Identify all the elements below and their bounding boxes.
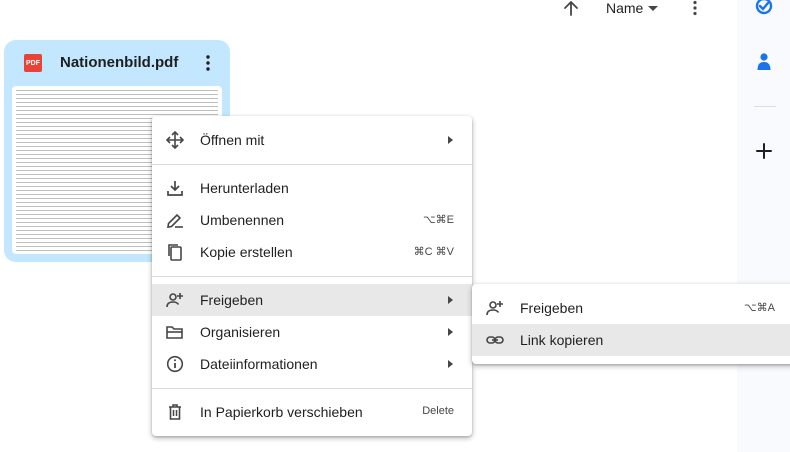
menu-divider xyxy=(152,388,472,389)
shortcut-hint: ⌘C ⌘V xyxy=(413,246,454,258)
chevron-right-icon xyxy=(448,296,453,304)
shortcut-hint: Delete xyxy=(422,405,454,417)
menu-item-label: Umbenennen xyxy=(200,212,285,228)
pdf-icon: PDF xyxy=(24,54,42,72)
info-icon xyxy=(166,355,184,373)
open-with-icon xyxy=(166,131,184,149)
menu-item-label: Herunterladen xyxy=(200,180,289,196)
link-icon xyxy=(486,336,504,344)
menu-item-label: Organisieren xyxy=(200,324,281,340)
menu-item-label: Öffnen mit xyxy=(200,132,265,148)
menu-item-rename[interactable]: Umbenennen ⌥⌘E xyxy=(152,204,472,236)
shortcut-hint: ⌥⌘E xyxy=(422,214,454,226)
menu-item-label: Kopie erstellen xyxy=(200,244,293,260)
menu-item-share[interactable]: Freigeben xyxy=(152,284,472,316)
tasks-icon[interactable] xyxy=(737,0,790,16)
menu-item-open-with[interactable]: Öffnen mit xyxy=(152,124,472,156)
copy-icon xyxy=(168,244,182,261)
arrow-up-icon[interactable] xyxy=(562,0,580,16)
chevron-right-icon xyxy=(448,328,453,336)
menu-item-make-copy[interactable]: Kopie erstellen ⌘C ⌘V xyxy=(152,236,472,268)
submenu-item-label: Freigeben xyxy=(520,300,584,316)
menu-divider xyxy=(152,164,472,165)
menu-item-label: Freigeben xyxy=(200,292,264,308)
menu-divider xyxy=(152,276,472,277)
download-icon xyxy=(167,181,183,196)
folder-open-icon xyxy=(166,326,183,339)
side-panel-divider xyxy=(754,106,776,107)
menu-item-file-information[interactable]: Dateiinformationen xyxy=(152,348,472,380)
more-vert-icon[interactable] xyxy=(202,54,214,72)
menu-item-label: Dateiinformationen xyxy=(200,356,318,372)
file-title: Nationenbild.pdf xyxy=(60,54,179,71)
submenu-item-share[interactable]: Freigeben ⌥⌘A xyxy=(472,292,790,324)
submenu-item-copy-link[interactable]: Link kopieren xyxy=(472,324,790,356)
side-panel xyxy=(737,0,790,452)
menu-item-download[interactable]: Herunterladen xyxy=(152,172,472,204)
person-add-icon xyxy=(166,293,183,308)
share-submenu: Freigeben ⌥⌘A Link kopieren xyxy=(472,284,790,364)
chevron-right-icon xyxy=(448,360,453,368)
chevron-down-icon[interactable] xyxy=(648,6,658,11)
shortcut-hint: ⌥⌘A xyxy=(744,302,776,314)
sort-by-name-button[interactable]: Name xyxy=(606,0,643,16)
more-vert-icon[interactable] xyxy=(689,0,701,16)
menu-item-organize[interactable]: Organisieren xyxy=(152,316,472,348)
trash-icon xyxy=(169,404,181,420)
add-icon[interactable] xyxy=(737,142,790,160)
submenu-item-label: Link kopieren xyxy=(520,332,604,348)
menu-item-label: In Papierkorb verschieben xyxy=(200,404,363,420)
person-add-icon xyxy=(486,301,503,316)
menu-item-move-to-trash[interactable]: In Papierkorb verschieben Delete xyxy=(152,396,472,428)
rename-icon xyxy=(167,213,183,228)
chevron-right-icon xyxy=(448,136,453,144)
context-menu: Öffnen mit Herunterladen Umbenennen ⌥⌘E … xyxy=(152,116,472,436)
contacts-icon[interactable] xyxy=(737,52,790,72)
